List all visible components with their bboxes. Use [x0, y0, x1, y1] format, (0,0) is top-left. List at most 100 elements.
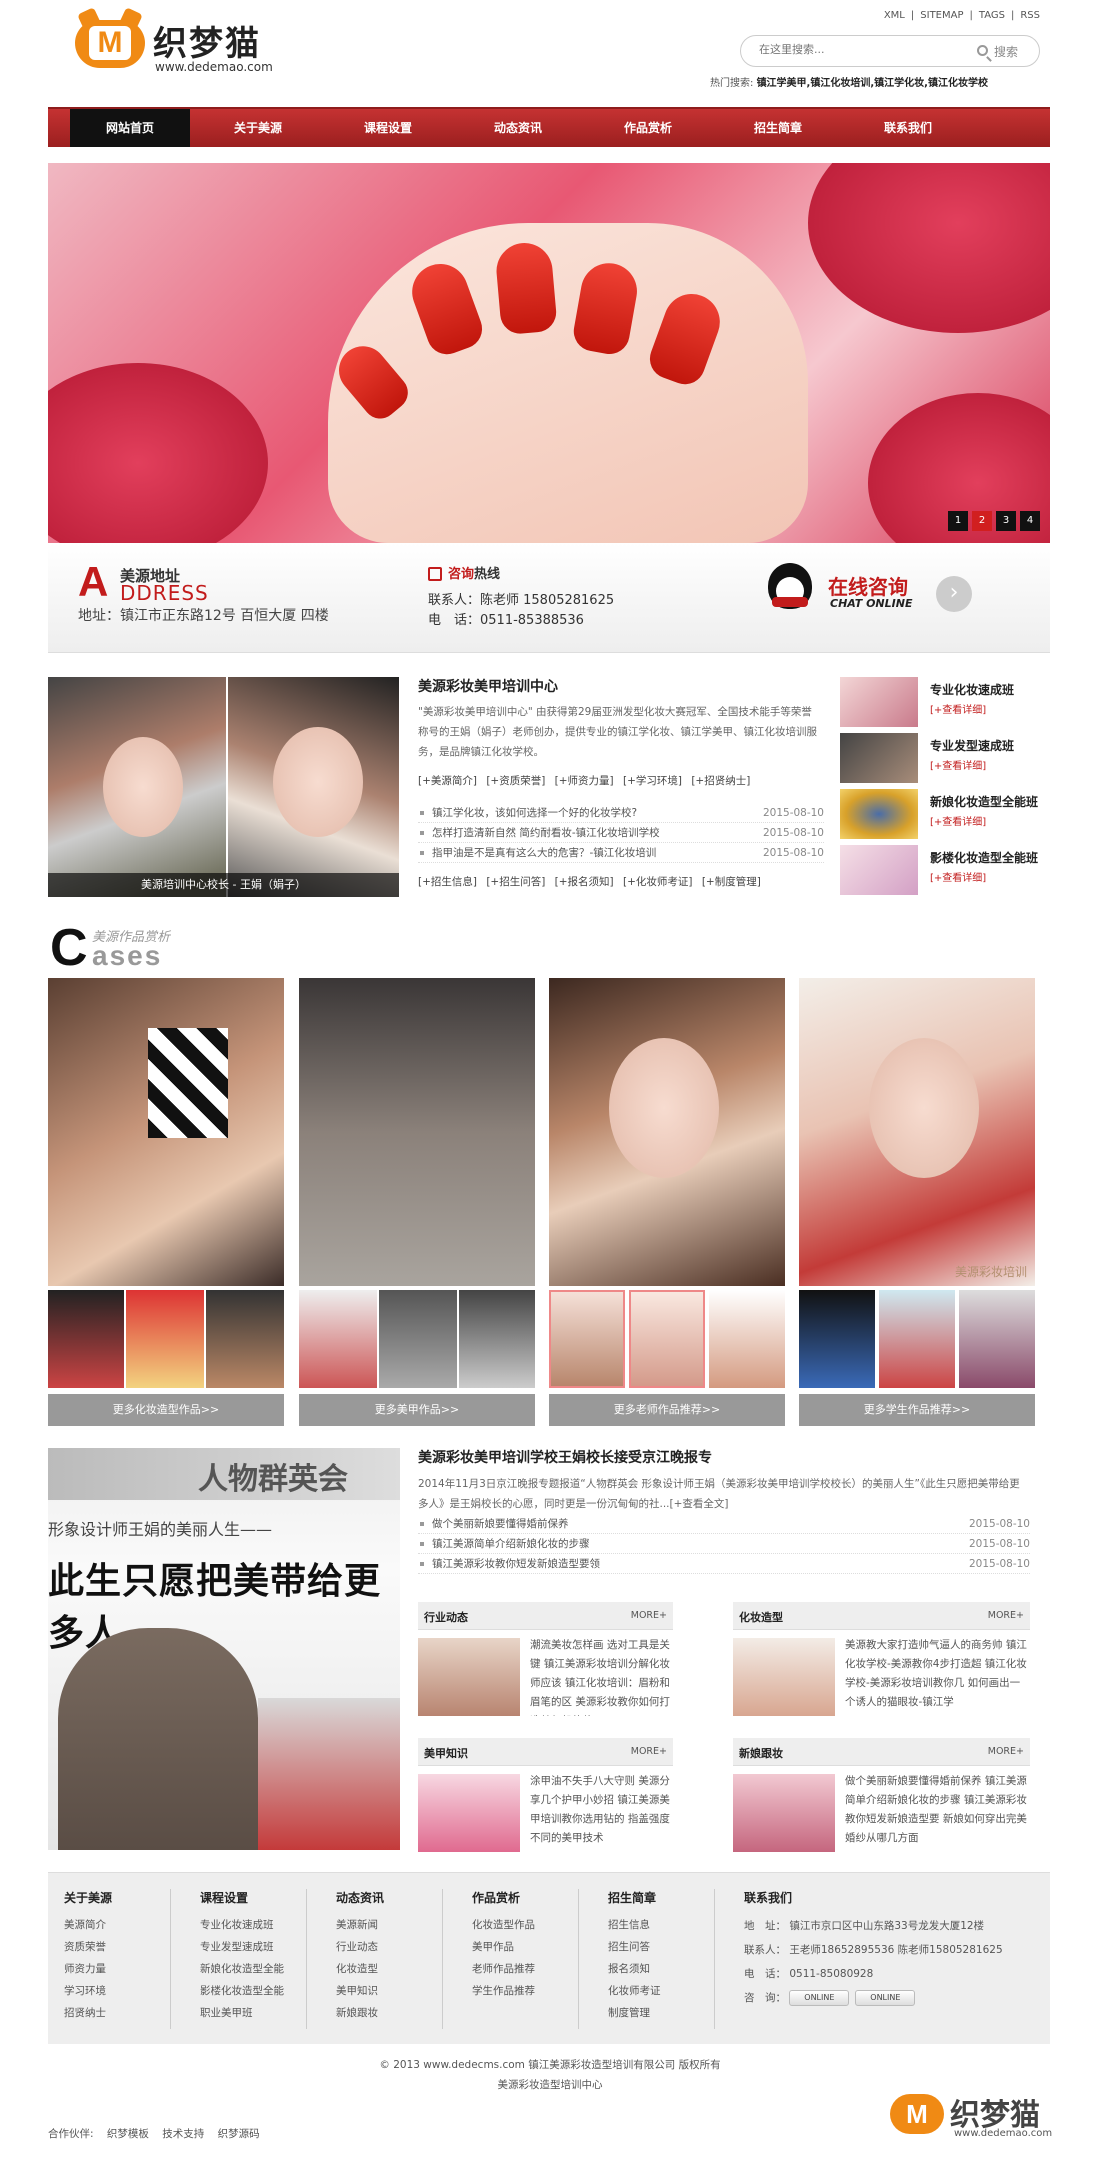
list-item[interactable]: 镇江美源彩妆教你短发新娘造型要领 2015-08-10 [418, 1554, 1030, 1574]
course-title[interactable]: 专业化妆速成班 [930, 681, 1050, 699]
footer-link[interactable]: 资质荣誉 [64, 1936, 112, 1958]
footer-col-title[interactable]: 动态资讯 [336, 1889, 384, 1906]
category-list[interactable]: 做个美丽新娘要懂得婚前保养 镇江美源简单介绍新娘化妆的步骤 镇江美源彩妆教你短发… [845, 1772, 1030, 1852]
footer-link[interactable]: 新娘化妆造型全能 [200, 1958, 284, 1980]
footer-link[interactable]: 招生问答 [608, 1936, 661, 1958]
course-more[interactable]: [+查看详细] [930, 701, 986, 716]
footer-col-title[interactable]: 联系我们 [744, 1889, 1003, 1906]
banner-page-2[interactable]: 2 [972, 511, 992, 531]
footer-link[interactable]: 新娘跟妆 [336, 2002, 384, 2024]
more-makeup-works-button[interactable]: 更多化妆造型作品>> [48, 1394, 284, 1426]
intro-links[interactable]: [+美源简介] [+资质荣誉] [+师资力量] [+学习环境] [+招贤纳士] [418, 773, 750, 788]
category-more-link[interactable]: MORE+ [988, 1746, 1024, 1757]
case-thumb[interactable] [379, 1290, 457, 1388]
category-title[interactable]: 行业动态 [424, 1609, 468, 1625]
footer-link[interactable]: 招生信息 [608, 1914, 661, 1936]
course-more[interactable]: [+查看详细] [930, 869, 986, 884]
case-thumb[interactable] [709, 1290, 785, 1388]
toplink-tags[interactable]: TAGS [979, 10, 1005, 21]
case-thumb[interactable] [549, 1290, 625, 1388]
course-title[interactable]: 新娘化妆造型全能班 [930, 793, 1050, 811]
category-image[interactable] [733, 1638, 835, 1716]
nav-contact[interactable]: 联系我们 [848, 109, 968, 147]
more-teacher-works-button[interactable]: 更多老师作品推荐>> [549, 1394, 785, 1426]
footer-link[interactable]: 专业发型速成班 [200, 1936, 284, 1958]
news-title[interactable]: 指甲油是不是真有这么大的危害？-镇江化妆培训 [432, 843, 656, 863]
category-image[interactable] [418, 1638, 520, 1716]
toplink-sitemap[interactable]: SITEMAP [920, 10, 963, 21]
news-title[interactable]: 镇江学化妆，该如何选择一个好的化妆学校? [432, 803, 637, 823]
online-chat-cn[interactable]: 在线咨询 [828, 571, 908, 600]
category-title[interactable]: 美甲知识 [424, 1745, 468, 1761]
qq-penguin-icon[interactable] [768, 563, 824, 623]
course-title[interactable]: 专业发型速成班 [930, 737, 1050, 755]
featured-news-title[interactable]: 美源彩妆美甲培训学校王娟校长接受京江晚报专 [418, 1447, 712, 1467]
footer-link[interactable]: 专业化妆速成班 [200, 1914, 284, 1936]
footer-link[interactable]: 美源新闻 [336, 1914, 384, 1936]
nav-enroll[interactable]: 招生简章 [718, 109, 838, 147]
case-image-teacher[interactable] [549, 978, 785, 1286]
site-logo[interactable]: M 织梦猫 www.dedemao.com [75, 18, 305, 78]
category-list[interactable]: 潮流美妆怎样画 选对工具是关键 镇江美源彩妆培训分解化妆师应该 镇江化妆培训：眉… [530, 1636, 673, 1716]
principal-photo-1[interactable] [48, 677, 226, 897]
footer-link[interactable]: 化妆造型作品 [472, 1914, 535, 1936]
search-button[interactable]: 搜索 [977, 42, 1037, 62]
nav-news[interactable]: 动态资讯 [458, 109, 578, 147]
footer-link[interactable]: 学习环境 [64, 1980, 112, 2002]
case-thumb[interactable] [206, 1290, 284, 1388]
footer-link[interactable]: 影楼化妆造型全能 [200, 1980, 284, 2002]
partner-link[interactable]: 织梦源码 [218, 2128, 260, 2140]
list-item[interactable]: 怎样打造清新自然 简约耐看妆-镇江化妆培训学校 2015-08-10 [418, 823, 824, 843]
more-nail-works-button[interactable]: 更多美甲作品>> [299, 1394, 535, 1426]
chat-arrow-icon[interactable]: › [936, 576, 972, 612]
case-image-student[interactable]: 美源彩妆培训 [799, 978, 1035, 1286]
footer-link[interactable]: 报名须知 [608, 1958, 661, 1980]
enroll-links[interactable]: [+招生信息] [+招生问答] [+报名须知] [+化妆师考证] [+制度管理] [418, 874, 761, 889]
footer-link[interactable]: 职业美甲班 [200, 2002, 284, 2024]
list-item[interactable]: 指甲油是不是真有这么大的危害？-镇江化妆培训 2015-08-10 [418, 843, 824, 863]
search-input[interactable] [759, 43, 959, 56]
course-title[interactable]: 影楼化妆造型全能班 [930, 849, 1050, 867]
toplink-xml[interactable]: XML [884, 10, 905, 21]
footer-link[interactable]: 学生作品推荐 [472, 1980, 535, 2002]
category-list[interactable]: 美源教大家打造帅气逼人的商务帅 镇江化妆学校-美源教你4步打造超 镇江化妆学校-… [845, 1636, 1030, 1716]
hero-banner[interactable]: 1 2 3 4 [48, 163, 1050, 543]
banner-page-3[interactable]: 3 [996, 511, 1016, 531]
newspaper-image[interactable]: 人物群英会 形象设计师王娟的美丽人生—— 此生只愿把美带给更多人 [48, 1448, 400, 1850]
category-list[interactable]: 涂甲油不失手八大守则 美源分享几个护甲小妙招 镇江美源美甲培训教你选用钻的 指盖… [530, 1772, 673, 1852]
list-item[interactable]: 镇江学化妆，该如何选择一个好的化妆学校? 2015-08-10 [418, 803, 824, 823]
list-item[interactable]: 镇江美源简单介绍新娘化妆的步骤 2015-08-10 [418, 1534, 1030, 1554]
toplink-rss[interactable]: RSS [1020, 10, 1040, 21]
online-chat-en[interactable]: CHAT ONLINE [830, 597, 912, 610]
footer-link[interactable]: 制度管理 [608, 2002, 661, 2024]
case-image-makeup[interactable] [48, 978, 284, 1286]
case-thumb[interactable] [299, 1290, 377, 1388]
footer-link[interactable]: 行业动态 [336, 1936, 384, 1958]
case-thumb[interactable] [879, 1290, 955, 1388]
category-image[interactable] [733, 1774, 835, 1852]
nav-home[interactable]: 网站首页 [70, 109, 190, 147]
footer-col-title[interactable]: 作品赏析 [472, 1889, 535, 1906]
course-item[interactable]: 影楼化妆造型全能班 [+查看详细] [840, 845, 1050, 899]
news-title[interactable]: 怎样打造清新自然 简约耐看妆-镇江化妆培训学校 [432, 823, 660, 843]
footer-link[interactable]: 师资力量 [64, 1958, 112, 1980]
footer-col-title[interactable]: 课程设置 [200, 1889, 284, 1906]
footer-col-title[interactable]: 关于美源 [64, 1889, 112, 1906]
case-image-nails[interactable] [299, 978, 535, 1286]
course-item[interactable]: 专业发型速成班 [+查看详细] [840, 733, 1050, 787]
footer-link[interactable]: 招贤纳士 [64, 2002, 112, 2024]
case-thumb[interactable] [799, 1290, 875, 1388]
news-title[interactable]: 镇江美源彩妆教你短发新娘造型要领 [432, 1554, 600, 1574]
qq-online-button[interactable]: ONLINE [789, 1990, 850, 2006]
nav-courses[interactable]: 课程设置 [328, 109, 448, 147]
hot-search-items[interactable]: 镇江学美甲,镇江化妆培训,镇江学化妆,镇江化妆学校 [757, 78, 988, 89]
case-thumb[interactable] [459, 1290, 535, 1388]
news-title[interactable]: 做个美丽新娘要懂得婚前保养 [432, 1514, 569, 1534]
footer-link[interactable]: 美源简介 [64, 1914, 112, 1936]
category-title[interactable]: 化妆造型 [739, 1609, 783, 1625]
case-thumb[interactable] [48, 1290, 124, 1388]
footer-link[interactable]: 化妆造型 [336, 1958, 384, 1980]
list-item[interactable]: 做个美丽新娘要懂得婚前保养 2015-08-10 [418, 1514, 1030, 1534]
banner-page-4[interactable]: 4 [1020, 511, 1040, 531]
intro-title[interactable]: 美源彩妆美甲培训中心 [418, 676, 558, 696]
